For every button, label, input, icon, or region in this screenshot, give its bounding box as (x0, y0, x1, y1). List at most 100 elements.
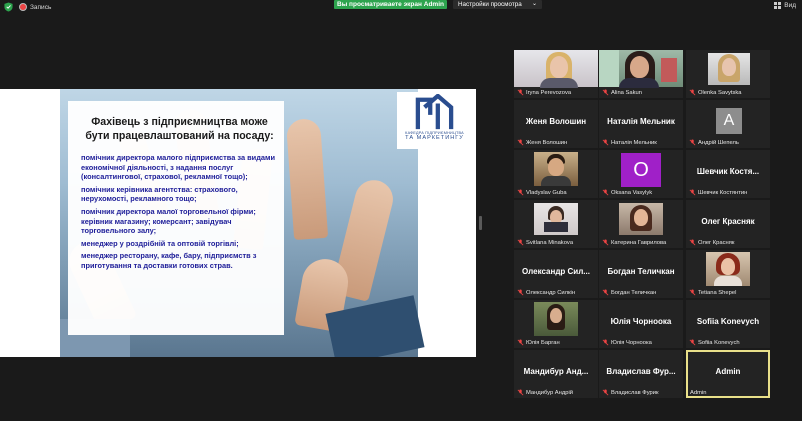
mic-muted-icon (517, 239, 524, 246)
view-button[interactable]: Вид (774, 2, 796, 9)
mic-muted-icon (602, 339, 609, 346)
participant-name: Юлія Чорноока (611, 340, 652, 346)
participant-avatar: A (716, 108, 742, 134)
zoom-window: Запись Вы просматриваете экран Admin Нас… (0, 0, 802, 421)
mic-muted-icon (517, 339, 524, 346)
mic-muted-icon (602, 389, 609, 396)
participant-name: Olenka Savytska (698, 90, 742, 96)
participant-tile[interactable]: Наталія Мельник Наталія Мельник (599, 100, 683, 148)
participant-display-name: Олег Красняк (701, 217, 755, 226)
participant-tile[interactable]: Tetiana Shepel (686, 250, 770, 298)
participant-name: Oksana Vasylyk (611, 190, 653, 196)
participant-tile[interactable]: Sofiia Konevych Sofiia Konevych (686, 300, 770, 348)
participant-tile-active-speaker[interactable]: Admin Admin (686, 350, 770, 398)
participant-tile[interactable]: Iryna Perevozova (514, 50, 598, 98)
list-item: помічник керівника агентства: страхового… (81, 184, 238, 204)
participant-display-name: Богдан Теличкан (607, 267, 675, 276)
participant-name: Владислав Фурик (611, 390, 659, 396)
grid-view-icon (774, 2, 782, 9)
split-resize-handle[interactable] (479, 216, 482, 230)
mic-muted-icon (689, 89, 696, 96)
participant-tile[interactable]: Олег Красняк Олег Красняк (686, 200, 770, 248)
slide-text-box: Фахівець з підприємництва може бути прац… (68, 101, 284, 335)
participant-name: Alina Sakun (611, 90, 642, 96)
participant-tile[interactable]: Юлія Чорноока Юлія Чорноока (599, 300, 683, 348)
participant-tile[interactable]: Alina Sakun (599, 50, 683, 98)
participant-tile[interactable]: Шевчик Костя... Шевчик Костянтин (686, 150, 770, 198)
mic-muted-icon (517, 189, 524, 196)
participant-display-name: Владислав Фур... (606, 367, 676, 376)
mic-muted-icon (689, 239, 696, 246)
shared-screen: Фахівець з підприємництва може бути прац… (0, 89, 476, 357)
top-bar-left: Запись (4, 2, 51, 12)
chevron-down-icon: ⌄ (531, 1, 537, 7)
mic-muted-icon (689, 139, 696, 146)
mic-muted-icon (689, 339, 696, 346)
slide-bullet-list: помічник директора малого підприємства з… (81, 153, 278, 271)
mic-muted-icon (517, 89, 524, 96)
participant-tile[interactable]: Владислав Фур... Владислав Фурик (599, 350, 683, 398)
participant-tile[interactable]: Vladyslav Guba (514, 150, 598, 198)
mic-muted-icon (602, 189, 609, 196)
view-label: Вид (784, 2, 796, 9)
pm-logo-icon (415, 94, 454, 130)
participant-display-name: Олександр Сил... (522, 267, 590, 276)
record-icon (19, 3, 27, 11)
department-logo: КАФЕДРА ПІДПРИЄМНИЦТВА ТА МАРКЕТИНГУ (397, 92, 472, 149)
participant-name: Наталія Мельник (611, 140, 657, 146)
list-item: менеджер у роздрібній та оптовій торгівл… (81, 238, 239, 248)
participant-tile[interactable]: Svitlana Minakova (514, 200, 598, 248)
mic-muted-icon (602, 139, 609, 146)
top-bar: Запись Вы просматриваете экран Admin Нас… (0, 0, 802, 14)
participant-avatar: O (621, 153, 661, 187)
participant-tile[interactable]: Богдан Теличкан Богдан Теличкан (599, 250, 683, 298)
mic-muted-icon (517, 139, 524, 146)
share-screen-banner: Вы просматриваете экран Admin (334, 0, 447, 9)
participant-tile[interactable]: Олександр Сил... Олександр Силкін (514, 250, 598, 298)
participant-name: Шевчик Костянтин (698, 190, 748, 196)
participant-name: Катерина Гаврилова (611, 240, 667, 246)
participant-tile[interactable]: Катерина Гаврилова (599, 200, 683, 248)
mic-muted-icon (689, 189, 696, 196)
participant-name: Sofiia Konevych (698, 340, 740, 346)
participant-name: Vladyslav Guba (526, 190, 567, 196)
participant-name: Олександр Силкін (526, 290, 576, 296)
participant-display-name: Женя Волошин (525, 117, 587, 126)
participant-name: Олег Красняк (698, 240, 735, 246)
participant-tile[interactable]: Женя Волошин Женя Волошин (514, 100, 598, 148)
participant-name: Svitlana Minakova (526, 240, 574, 246)
participant-tile[interactable]: Olenka Savytska (686, 50, 770, 98)
security-shield-icon[interactable] (4, 2, 13, 12)
participant-display-name: Мандибур Анд... (523, 367, 589, 376)
participant-name: Мандибур Андрій (526, 390, 574, 396)
participant-tile[interactable]: O Oksana Vasylyk (599, 150, 683, 198)
list-item: помічник директора малої торговельної фі… (81, 206, 256, 236)
mic-muted-icon (602, 89, 609, 96)
participant-name: Tetiana Shepel (698, 290, 737, 296)
list-item: помічник директора малого підприємства з… (81, 153, 276, 182)
list-item: менеджер ресторану, кафе, бару, підприєм… (81, 251, 257, 270)
mic-muted-icon (689, 289, 696, 296)
logo-line2: ТА МАРКЕТИНГУ (405, 134, 464, 141)
participant-display-name: Admin (715, 367, 741, 376)
participant-name: Женя Волошин (526, 140, 568, 146)
recording-indicator[interactable]: Запись (19, 3, 51, 11)
mic-muted-icon (602, 239, 609, 246)
participant-tile[interactable]: A Андрій Шепель (686, 100, 770, 148)
mic-muted-icon (517, 389, 524, 396)
participant-display-name: Шевчик Костя... (696, 167, 760, 176)
view-options-button[interactable]: Настройки просмотра ⌄ (453, 0, 542, 9)
recording-label: Запись (30, 3, 52, 11)
logo-caption: КАФЕДРА ПІДПРИЄМНИЦТВА ТА МАРКЕТИНГУ (397, 131, 472, 140)
view-options-label: Настройки просмотра (458, 1, 522, 8)
participant-tile[interactable]: Юлія Барган (514, 300, 598, 348)
participant-name: Богдан Теличкан (611, 290, 657, 296)
slide-title: Фахівець з підприємництва може бути прац… (85, 116, 274, 142)
participant-name: Iryna Perevozova (526, 90, 572, 96)
participant-tile[interactable]: Мандибур Анд... Мандибур Андрій (514, 350, 598, 398)
participant-display-name: Sofiia Konevych (696, 317, 760, 326)
mic-muted-icon (602, 289, 609, 296)
participant-display-name: Юлія Чорноока (610, 317, 672, 326)
participant-name: Юлія Барган (526, 340, 560, 346)
participant-name: Admin (690, 390, 707, 396)
